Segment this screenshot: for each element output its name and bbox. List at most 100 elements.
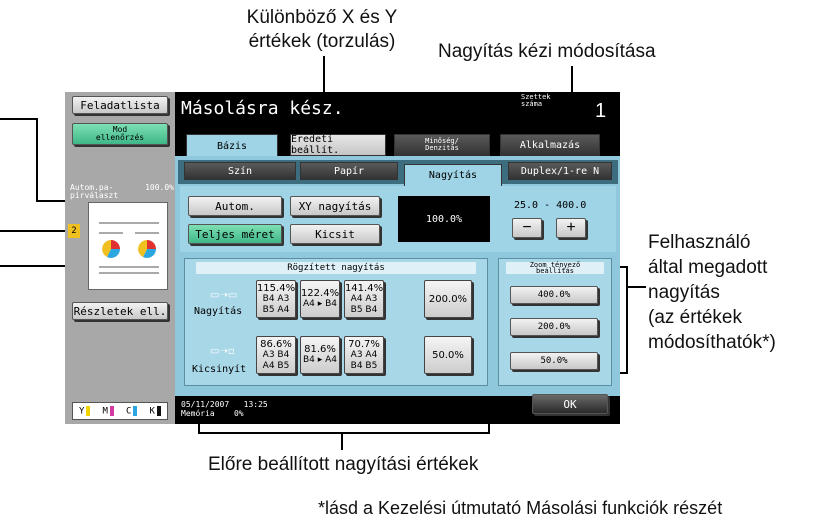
callout-user-zoom: Felhasználó által megadott nagyítás (az … [648,230,776,355]
ratio-reduce-3-p1: A3 A4 [350,349,378,360]
bracket-preset-r [488,424,490,434]
minimal-button[interactable]: Kicsit [290,224,380,244]
zoom-plus-button[interactable]: + [556,218,586,238]
sets-label-line2: száma [521,100,543,108]
footer-datetime: 05/11/2007 13:25 Memória 0% [181,400,268,418]
ratio-enlarge-2[interactable]: 122.4% A4 ▸ B4 [300,280,340,318]
bracket-preset-h [198,432,490,434]
subtab-zoom[interactable]: Nagyítás [404,164,502,186]
ratio-reduce-1-pct: 86.6% [260,338,292,350]
ratio-reduce-1-p2: A4 B5 [262,360,290,371]
ratio-enlarge-1-p1: B4 A3 [262,293,290,304]
tab-quality-line2: Denzitás [425,144,459,152]
auto-paper-line2: pírválaszt [70,191,119,200]
toner-indicator: Y M C K [72,402,168,420]
ratio-reduce-1-p1: A3 B4 [262,349,290,360]
footer-memory-label: Memória [181,409,215,418]
callout-user-line2: által megadott [648,257,768,278]
bracket-user-v [626,266,628,374]
enlarge-icon: ▭➝▭ [210,290,238,301]
toner-k: K [150,405,161,416]
zoom-range-max: 400.0 [556,200,587,211]
bracket-preset-v [341,432,343,450]
zoom-range-min: 25.0 [514,200,539,211]
toner-y: Y [79,405,91,416]
ratio-reduce-3-pct: 70.7% [348,338,380,350]
bracket-preset-l [198,424,200,434]
tray-number: 2 [71,226,77,236]
zoom-range: 25.0 - 400.0 [514,200,586,211]
preview-image [99,222,159,274]
status-header: Másolásra kész. Szettek száma 1 [175,92,620,126]
leader-left-1v [36,118,38,202]
reduce-icon: ▭➝▫ [210,346,235,357]
ratio-reduce-2-pct: 81.6% [304,344,336,355]
footer-date: 05/11/2007 [181,400,230,409]
ratio-enlarge-3[interactable]: 141.4% A4 A3 B5 B4 [344,280,384,318]
sets-value: 1 [595,100,607,122]
tab-quality-density[interactable]: Minőség/ Denzitás [394,134,490,156]
zoom-minus-button[interactable]: − [512,218,542,238]
callout-xy-zoom: Különböző X és Y értékek (torzulás) [232,6,412,54]
zoom-range-sep: - [544,200,551,211]
check-mode-line2: ellenőrzés [95,133,145,142]
bracket-user-h [626,286,646,288]
ratio-reduce-3[interactable]: 70.7% A3 A4 B4 B5 [344,336,384,374]
ratio-reduce-1[interactable]: 86.6% A3 B4 A4 B5 [256,336,296,374]
ratio-enlarge-1-pct: 115.4% [256,282,296,294]
callout-user-line3: nagyítás [648,282,720,303]
user-zoom-50-button[interactable]: 50.0% [510,352,598,370]
user-zoom-title-line2: beállítás [536,267,574,275]
subtab-paper[interactable]: Papír [300,162,398,180]
user-zoom-title: Zoom tényező beállítás [506,262,604,275]
toner-m: M [103,405,114,416]
ratio-reduce-2[interactable]: 81.6% B4 ▸ A4 [300,336,340,374]
auto-paper-info: Autom.pa- 100.0% pírválaszt [70,184,174,200]
sets-label: Szettek száma [521,94,551,108]
enlarge-label: Nagyítás [194,306,243,317]
ratio-reduce-3-p2: B4 B5 [350,360,378,371]
callout-user-line4: (az értékek [648,307,742,328]
reduce-label: Kicsinyít [192,364,247,375]
user-zoom-400-button[interactable]: 400.0% [510,286,598,304]
status-message: Másolásra kész. [181,98,344,119]
subtab-color[interactable]: Szín [184,162,296,180]
callout-xy-line1: Különböző X és Y [246,7,398,28]
preview-sheet [88,202,168,290]
ratio-enlarge-3-pct: 141.4% [344,282,384,294]
ratio-enlarge-1[interactable]: 115.4% B4 A3 B5 A4 [256,280,296,318]
leader-left-1h [0,118,38,120]
callout-footnote: *lásd a Kezelési útmutató Másolási funkc… [318,498,723,518]
footer-time: 13:25 [243,400,268,409]
ratio-reduce-50[interactable]: 50.0% [424,336,472,374]
details-check-button[interactable]: Részletek ell. [72,302,168,320]
toner-c: C [126,405,138,416]
ratio-enlarge-1-p2: B5 A4 [262,304,290,315]
tab-original-settings[interactable]: Eredeti beállít. [290,134,386,156]
callout-user-line1: Felhasználó [648,232,751,253]
plus-icon: + [566,219,576,236]
ratio-reduce-2-p1: B4 ▸ A4 [302,355,338,365]
auto-zoom-value: 100.0% [145,183,174,192]
minus-icon: − [522,219,532,236]
zoom-display: 100.0% [398,196,490,242]
callout-xy-line2: értékek (torzulás) [248,31,396,52]
subtab-duplex[interactable]: Duplex/1-re N [508,162,612,180]
user-zoom-200-button[interactable]: 200.0% [510,318,598,336]
tab-application[interactable]: Alkalmazás [500,134,600,156]
ratio-enlarge-200[interactable]: 200.0% [424,280,472,318]
callout-user-line5: módosíthatók*) [648,332,776,353]
xy-zoom-button[interactable]: XY nagyítás [290,196,380,216]
tray-icon: 2 [68,224,80,238]
callout-manual-zoom: Nagyítás kézi módosítása [438,41,656,62]
auto-zoom-button[interactable]: Autom. [188,196,282,216]
ok-button[interactable]: OK [532,394,608,414]
check-mode-button[interactable]: Mod ellenőrzés [72,123,168,145]
job-list-button[interactable]: Feladatlista [72,96,168,114]
tab-basic[interactable]: Bázis [186,134,278,158]
ratio-enlarge-2-pct: 122.4% [300,288,340,299]
fixed-zoom-title: Rögzített nagyítás [196,262,476,274]
callout-preset-zoom: Előre beállított nagyítási értékek [208,454,479,475]
ratio-enlarge-3-p2: B5 B4 [350,304,378,315]
full-size-button[interactable]: Teljes méret [188,224,282,244]
